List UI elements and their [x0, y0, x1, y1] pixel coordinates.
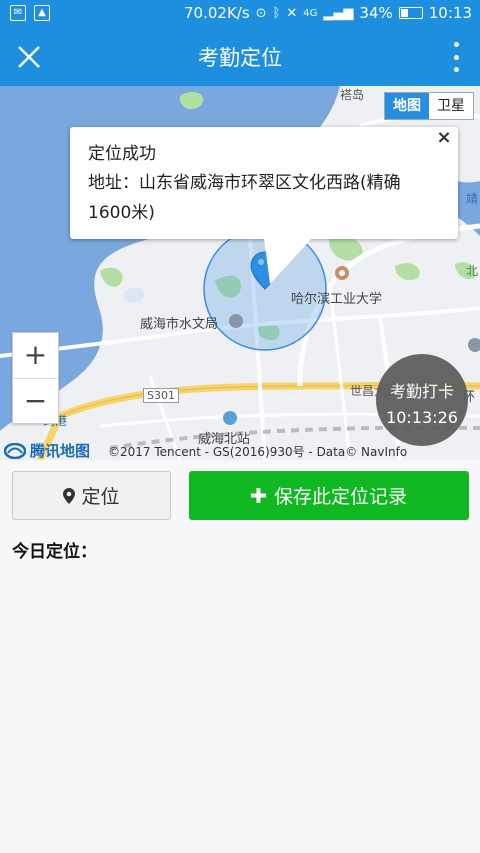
notification-icon: ✉ — [10, 5, 26, 21]
map-label-hydrology-bureau: 威海市水文局 — [140, 317, 219, 332]
zoom-control: + − — [12, 332, 59, 424]
network-speed: 70.02K/s — [184, 4, 250, 22]
tencent-map-logo-text: 腾讯地图 — [30, 442, 91, 460]
today-locations-label: 今日定位： — [12, 542, 97, 562]
map-view[interactable]: 褡岛 靖 北 哈尔滨工业大学 威海市水文局 S301 世昌大道 环 威海北站 码… — [0, 86, 480, 460]
bluetooth-icon: ᛒ — [272, 5, 281, 21]
map-type-map-button[interactable]: 地图 — [385, 93, 429, 119]
plus-icon — [250, 488, 266, 503]
checkin-label: 考勤打卡 — [389, 382, 454, 401]
map-label-islet: 褡岛 — [340, 88, 365, 102]
save-location-button-label: 保存此定位记录 — [273, 486, 407, 508]
more-vertical-icon — [453, 42, 459, 47]
location-icon: ⊙ — [255, 5, 267, 21]
locate-button-label: 定位 — [81, 486, 120, 508]
more-button[interactable] — [446, 40, 466, 74]
status-bar: ✉ ▲ 70.02K/s ⊙ ᛒ ✕ 4G ▂▄▆ 34% 10:13 — [0, 0, 480, 28]
map-pin-icon — [63, 487, 76, 504]
network-type: 4G — [303, 7, 318, 19]
map-label-jing: 靖 — [466, 192, 479, 206]
locate-button[interactable]: 定位 — [12, 471, 171, 520]
page-title: 考勤定位 — [198, 46, 282, 70]
popup-title: 定位成功 — [88, 144, 156, 164]
map-type-switch: 地图 卫星 — [384, 92, 474, 120]
map-copyright: ©2017 Tencent - GS(2016)930号 - Data© Nav… — [108, 445, 408, 459]
zoom-out-button[interactable]: − — [13, 379, 58, 425]
mute-icon: ✕ — [286, 5, 298, 21]
tencent-map-logo-icon — [4, 442, 26, 459]
clock: 10:13 — [428, 4, 472, 22]
close-icon: × — [436, 127, 452, 148]
popup-pointer — [264, 238, 312, 284]
tencent-map-logo: 腾讯地图 — [4, 440, 90, 460]
checkin-time: 10:13:26 — [386, 408, 458, 427]
map-label-road-s301: S301 — [143, 388, 179, 403]
checkin-button[interactable]: 考勤打卡 10:13:26 — [376, 354, 468, 446]
popup-address: 地址：山东省威海市环翠区文化西路(精确1600米) — [88, 173, 401, 223]
map-label-bei: 北 — [466, 264, 479, 278]
map-label-harbin-university: 哈尔滨工业大学 — [291, 292, 383, 307]
image-icon: ▲ — [34, 5, 50, 21]
battery-percent: 34% — [359, 4, 393, 22]
app-bar: 考勤定位 — [0, 28, 480, 86]
popup-close-button[interactable]: × — [436, 127, 452, 148]
map-type-satellite-button[interactable]: 卫星 — [429, 93, 473, 119]
save-location-button[interactable]: 保存此定位记录 — [189, 471, 469, 520]
zoom-in-button[interactable]: + — [13, 333, 58, 379]
location-popup: 定位成功 地址：山东省威海市环翠区文化西路(精确1600米) × — [70, 127, 458, 239]
battery-icon — [398, 7, 423, 19]
signal-icon: ▂▄▆ — [323, 5, 354, 21]
